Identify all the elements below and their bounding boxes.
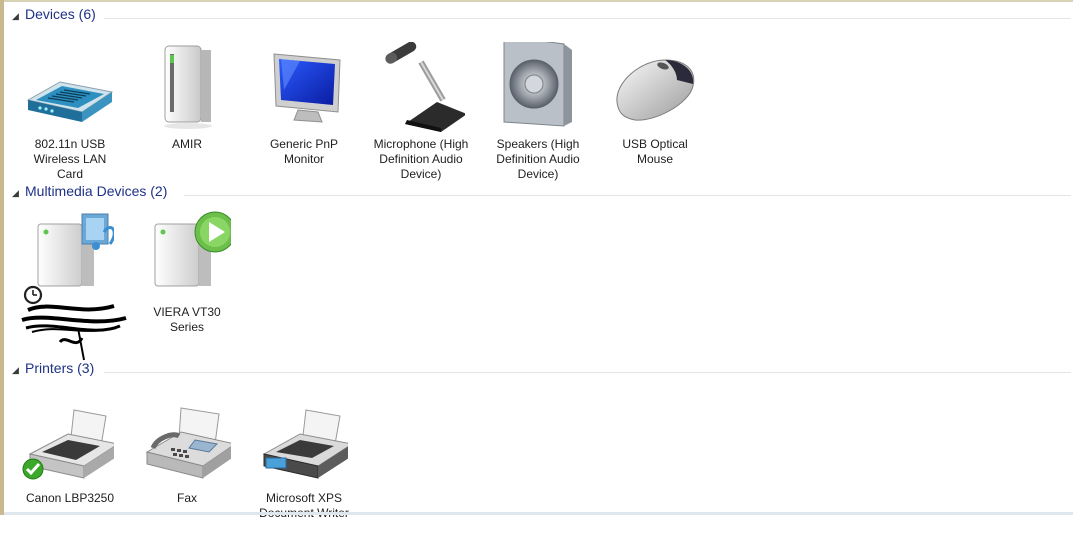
device-label: Generic PnP Monitor — [269, 137, 339, 166]
group-divider — [104, 372, 1071, 373]
device-label: VIERA VT30 Series — [153, 305, 221, 334]
printer-label: Microsoft XPS Document Writer — [259, 491, 349, 520]
media-device-item-server[interactable] — [20, 210, 127, 370]
window-top-border — [4, 0, 1073, 2]
device-item-monitor[interactable]: Generic PnP Monitor — [254, 42, 354, 202]
collapse-chevron-icon[interactable]: ◢ — [12, 365, 19, 376]
scribbled-out-label — [21, 304, 127, 361]
group-title: Multimedia Devices (2) — [25, 183, 168, 199]
mouse-icon — [616, 59, 695, 121]
default-printer-check-icon — [22, 458, 44, 483]
printer-label: Fax — [176, 491, 197, 505]
wireless-router-icon — [26, 81, 114, 122]
xps-printer-icon — [262, 409, 348, 479]
group-title: Printers (3) — [25, 360, 95, 376]
group-header-devices[interactable]: ◢ Devices (6) — [4, 6, 1071, 29]
window-left-border — [0, 0, 4, 515]
device-item-microphone[interactable]: Microphone (High Definition Audio Device… — [371, 42, 471, 202]
microphone-icon — [385, 42, 465, 132]
fax-icon — [145, 407, 231, 479]
device-label: USB Optical Mouse — [622, 137, 688, 166]
device-item-amir[interactable]: AMIR — [137, 42, 237, 202]
printer-label: Canon LBP3250 — [25, 491, 115, 505]
device-item-wireless-lan[interactable]: 802.11n USB Wireless LAN Card — [20, 42, 120, 202]
device-item-speakers[interactable]: Speakers (High Definition Audio Device) — [488, 42, 588, 202]
printer-item-fax[interactable]: Fax — [137, 396, 237, 556]
media-renderer-icon — [154, 211, 231, 287]
group-header-printers[interactable]: ◢ Printers (3) — [4, 360, 1071, 383]
monitor-icon — [273, 53, 341, 123]
device-label: 802.11n USB Wireless LAN Card — [33, 137, 107, 181]
printer-item-canon[interactable]: Canon LBP3250 — [20, 396, 120, 556]
group-header-multimedia-devices[interactable]: ◢ Multimedia Devices (2) — [4, 183, 1071, 206]
group-divider — [184, 195, 1071, 196]
device-label: Microphone (High Definition Audio Device… — [373, 137, 469, 181]
printer-item-xps[interactable]: Microsoft XPS Document Writer — [254, 396, 354, 556]
group-divider — [104, 18, 1071, 19]
collapse-chevron-icon[interactable]: ◢ — [12, 188, 19, 199]
collapse-chevron-icon[interactable]: ◢ — [12, 11, 19, 22]
device-item-mouse[interactable]: USB Optical Mouse — [605, 42, 705, 202]
device-label: AMIR — [172, 137, 202, 151]
device-label: Speakers (High Definition Audio Device) — [496, 137, 580, 181]
speaker-icon — [503, 42, 572, 127]
group-title: Devices (6) — [25, 6, 96, 22]
media-device-item-viera[interactable]: VIERA VT30 Series — [137, 210, 237, 370]
computer-tower-icon — [164, 45, 212, 129]
